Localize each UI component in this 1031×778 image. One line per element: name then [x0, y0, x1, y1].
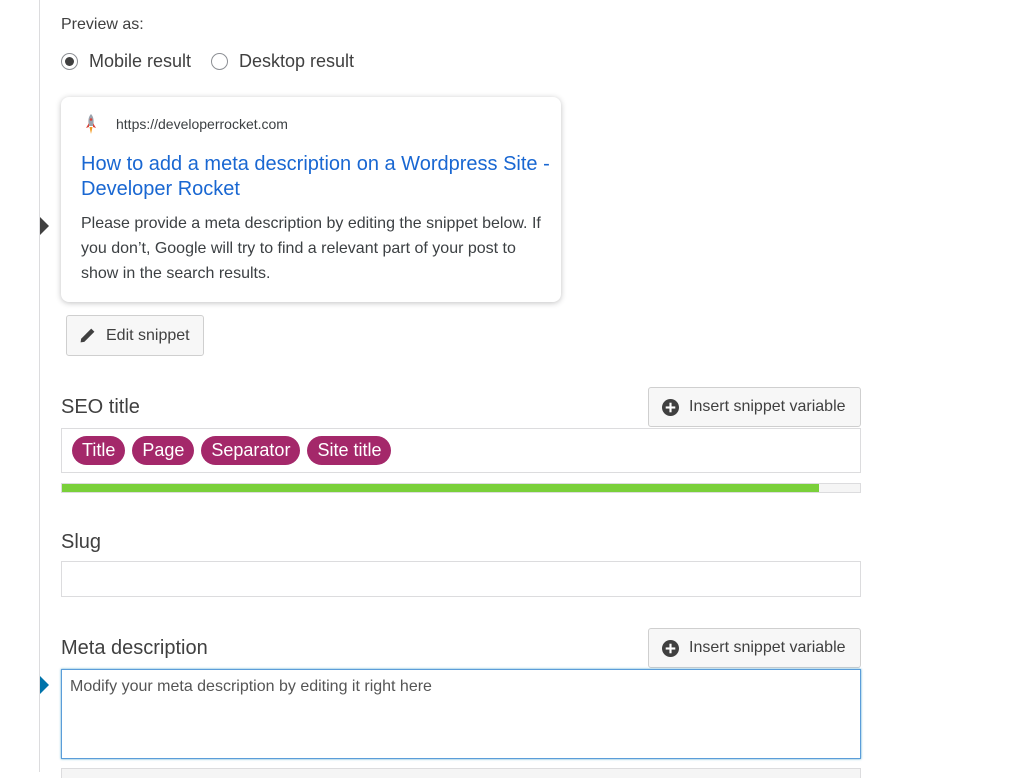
radio-unchecked-icon[interactable] [211, 53, 228, 70]
seo-title-insert-variable-button[interactable]: Insert snippet variable [648, 387, 861, 427]
meta-description-label: Meta description [61, 637, 208, 659]
serp-preview-card: https://developerrocket.com How to add a… [61, 97, 561, 302]
meta-insert-variable-button[interactable]: Insert snippet variable [648, 628, 861, 668]
insert-variable-label[interactable]: Insert snippet variable [689, 639, 846, 657]
seo-title-length-progress [61, 483, 861, 493]
insert-variable-label[interactable]: Insert snippet variable [689, 398, 846, 416]
meta-focus-caret-icon [40, 676, 49, 694]
variable-pill-title[interactable]: Title [72, 436, 126, 465]
slug-label: Slug [61, 531, 102, 553]
desktop-result-radio[interactable]: Desktop result [211, 51, 354, 72]
rocket-icon [86, 114, 96, 134]
serp-description: Please provide a meta description by edi… [81, 215, 541, 282]
serp-url-row: https://developerrocket.com [83, 113, 288, 135]
slug-input[interactable] [61, 561, 861, 597]
variable-pill-separator[interactable]: Separator [201, 436, 301, 465]
pencil-icon [80, 328, 95, 343]
meta-description-input[interactable]: Modify your meta description by editing … [61, 669, 861, 759]
left-border [39, 0, 40, 772]
edit-snippet-label[interactable]: Edit snippet [106, 327, 190, 345]
mobile-result-label[interactable]: Mobile result [89, 51, 191, 72]
meta-length-progress [61, 768, 861, 778]
serp-title[interactable]: How to add a meta description on a Wordp… [81, 152, 551, 202]
plus-circle-icon [662, 639, 679, 657]
serp-url: https://developerrocket.com [116, 116, 288, 132]
section-collapse-caret-icon[interactable] [40, 217, 49, 235]
radio-checked-icon[interactable] [61, 53, 78, 70]
seo-title-input[interactable]: Title Page Separator Site title [61, 428, 861, 473]
variable-pill-site-title[interactable]: Site title [307, 436, 392, 465]
plus-circle-icon [662, 398, 679, 416]
progress-fill [62, 484, 819, 492]
seo-title-label: SEO title [61, 396, 140, 418]
variable-pill-page[interactable]: Page [132, 436, 195, 465]
edit-snippet-button[interactable]: Edit snippet [66, 315, 204, 356]
mobile-result-radio[interactable]: Mobile result [61, 51, 191, 72]
desktop-result-label[interactable]: Desktop result [239, 51, 354, 72]
preview-as-label: Preview as: [61, 16, 144, 33]
